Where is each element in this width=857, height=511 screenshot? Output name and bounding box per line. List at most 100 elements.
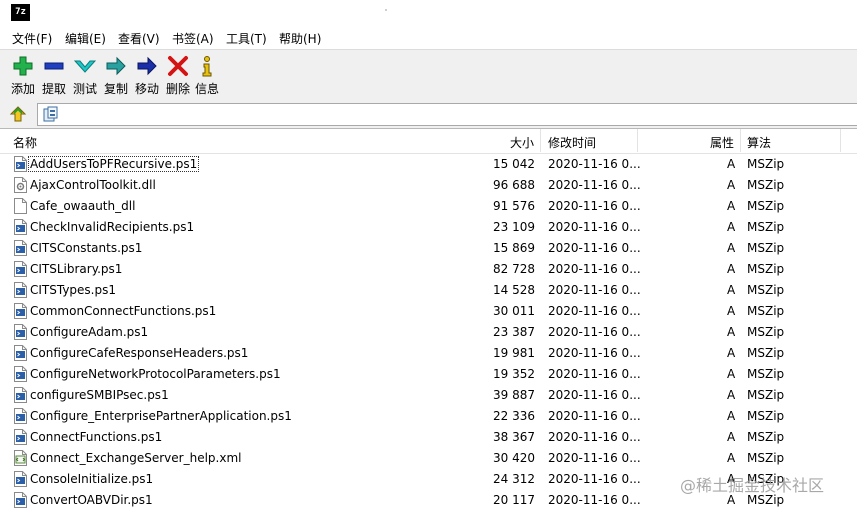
column-modified[interactable]: 修改时间 <box>548 134 596 151</box>
file-method: MSZip <box>747 325 785 339</box>
file-row[interactable]: AjaxControlToolkit.dll 96 688 2020-11-16 0… <box>0 175 857 196</box>
menu-help[interactable]: 帮助(H) <box>279 30 321 47</box>
file-modified: 2020-11-16 0... <box>548 451 641 465</box>
file-name: ConfigureNetworkProtocolParameters.ps1 <box>30 367 281 381</box>
path-input[interactable] <box>37 103 857 126</box>
delete-button[interactable]: 删除 <box>164 53 192 97</box>
file-modified: 2020-11-16 0... <box>548 241 641 255</box>
info-button[interactable]: 信息 <box>193 53 221 97</box>
file-name: ConnectFunctions.ps1 <box>30 430 163 444</box>
add-button[interactable]: 添加 <box>9 53 37 97</box>
file-attributes: A <box>727 346 736 360</box>
file-modified: 2020-11-16 0... <box>548 388 641 402</box>
toolbar: 添加 提取 测试 复制 移动 删除 信息 <box>0 49 857 101</box>
file-attributes: A <box>727 220 736 234</box>
column-size[interactable]: 大小 <box>510 134 534 151</box>
file-row[interactable]: CommonConnectFunctions.ps1 30 011 2020-11-… <box>0 301 857 322</box>
file-name: configureSMBIPsec.ps1 <box>30 388 169 402</box>
checkmark-icon <box>74 60 96 73</box>
file-row[interactable]: ConnectFunctions.ps1 38 367 2020-11-16 0..… <box>0 427 857 448</box>
file-row[interactable]: CITSConstants.ps1 15 869 2020-11-16 0... A M… <box>0 238 857 259</box>
file-method: MSZip <box>747 220 785 234</box>
file-size: 15 869 <box>493 241 535 255</box>
file-name: ConvertOABVDir.ps1 <box>30 493 153 507</box>
file-method: MSZip <box>747 451 785 465</box>
file-size: 14 528 <box>493 283 535 297</box>
column-name[interactable]: 名称 <box>13 134 37 151</box>
file-row[interactable]: ConfigureNetworkProtocolParameters.ps1 19… <box>0 364 857 385</box>
file-row[interactable]: ConfigureCafeResponseHeaders.ps1 19 981 20… <box>0 343 857 364</box>
copy-arrow-icon <box>106 56 126 76</box>
file-modified: 2020-11-16 0... <box>548 283 641 297</box>
column-divider[interactable] <box>740 129 741 152</box>
move-arrow-icon <box>137 56 157 76</box>
file-attributes: A <box>727 262 736 276</box>
file-attributes: A <box>727 451 736 465</box>
file-row[interactable]: CheckInvalidRecipients.ps1 23 109 2020-11-… <box>0 217 857 238</box>
file-row[interactable]: configureSMBIPsec.ps1 39 887 2020-11-16 0.… <box>0 385 857 406</box>
file-row[interactable]: CITSTypes.ps1 14 528 2020-11-16 0... A MSZip <box>0 280 857 301</box>
test-button[interactable]: 测试 <box>71 53 99 97</box>
menu-file[interactable]: 文件(F) <box>12 30 52 47</box>
file-modified: 2020-11-16 0... <box>548 367 641 381</box>
menu-view[interactable]: 查看(V) <box>118 30 160 47</box>
file-attributes: A <box>727 178 736 192</box>
menu-edit[interactable]: 编辑(E) <box>65 30 106 47</box>
script-icon <box>14 387 27 403</box>
file-modified: 2020-11-16 0... <box>548 178 641 192</box>
column-divider[interactable] <box>840 129 841 152</box>
title-bar: 7z <box>0 0 857 26</box>
file-modified: 2020-11-16 0... <box>548 220 641 234</box>
menu-tools[interactable]: 工具(T) <box>226 30 267 47</box>
file-size: 19 352 <box>493 367 535 381</box>
script-icon <box>14 324 27 340</box>
test-label: 测试 <box>72 82 97 96</box>
file-size: 22 336 <box>493 409 535 423</box>
title-bar-dot <box>385 9 387 11</box>
move-button[interactable]: 移动 <box>133 53 161 97</box>
file-name: AddUsersToPFRecursive.ps1 <box>27 156 200 172</box>
file-row[interactable]: Configure_EnterprisePartnerApplication.p… <box>0 406 857 427</box>
file-row[interactable]: AddUsersToPFRecursive.ps1 15 042 2020-11-1… <box>0 154 857 175</box>
script-icon <box>14 156 27 172</box>
menu-bookmarks[interactable]: 书签(A) <box>172 30 214 47</box>
file-name: CITSLibrary.ps1 <box>30 262 123 276</box>
file-method: MSZip <box>747 346 785 360</box>
file-row[interactable]: Cafe_owaauth_dll 91 576 2020-11-16 0... A MS… <box>0 196 857 217</box>
column-method[interactable]: 算法 <box>747 134 771 151</box>
script-icon <box>14 471 27 487</box>
column-attributes[interactable]: 属性 <box>710 134 734 151</box>
move-label: 移动 <box>134 82 159 96</box>
script-icon <box>14 366 27 382</box>
file-modified: 2020-11-16 0... <box>548 430 641 444</box>
file-row[interactable]: ConfigureAdam.ps1 23 387 2020-11-16 0... A M… <box>0 322 857 343</box>
file-name: CITSTypes.ps1 <box>30 283 116 297</box>
archive-icon <box>43 106 58 122</box>
copy-button[interactable]: 复制 <box>102 53 130 97</box>
file-size: 30 011 <box>493 304 535 318</box>
xml-icon <box>14 450 27 466</box>
file-size: 24 312 <box>493 472 535 486</box>
blank-file-icon <box>14 198 27 214</box>
file-row[interactable]: CITSLibrary.ps1 82 728 2020-11-16 0... A MSZ… <box>0 259 857 280</box>
app-7zip-icon: 7z <box>11 4 30 21</box>
column-divider[interactable] <box>637 129 638 152</box>
column-divider[interactable] <box>540 129 541 152</box>
file-row[interactable]: Connect_ExchangeServer_help.xml 30 420 202… <box>0 448 857 469</box>
file-size: 91 576 <box>493 199 535 213</box>
plus-icon <box>13 56 33 76</box>
file-list: AddUsersToPFRecursive.ps1 15 042 2020-11-1… <box>0 154 857 511</box>
file-size: 15 042 <box>493 157 535 171</box>
file-name: Configure_EnterprisePartnerApplication.p… <box>30 409 292 423</box>
extract-label: 提取 <box>41 82 66 96</box>
address-bar <box>0 100 857 129</box>
script-icon <box>14 240 27 256</box>
script-icon <box>14 219 27 235</box>
extract-button[interactable]: 提取 <box>40 53 68 97</box>
file-name: Cafe_owaauth_dll <box>30 199 136 213</box>
script-icon <box>14 429 27 445</box>
file-method: MSZip <box>747 367 785 381</box>
folder-up-icon[interactable] <box>8 104 28 124</box>
file-modified: 2020-11-16 0... <box>548 346 641 360</box>
file-attributes: A <box>727 325 736 339</box>
